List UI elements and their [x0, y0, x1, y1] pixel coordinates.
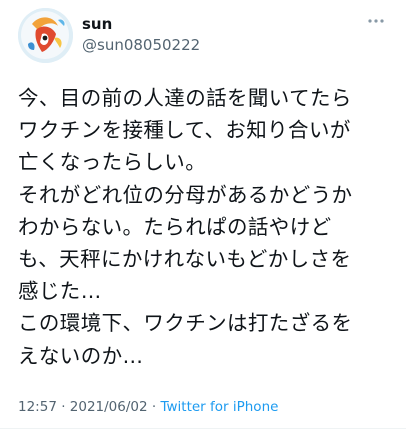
tweet-text-line: も、天秤にかけれないもどかしさを: [18, 247, 352, 272]
tweet-header: sun @sun08050222: [18, 8, 390, 66]
tweet-text-line: 感じた…: [18, 279, 102, 304]
tweet-text-line: それがどれ位の分母があるかどうか: [18, 182, 353, 207]
tweet-date[interactable]: 2021/06/02: [70, 399, 148, 415]
more-horizontal-icon[interactable]: [366, 14, 386, 28]
tweet-card: sun @sun08050222 今、目の前の人達の話を聞いてたら ワクチンを接…: [0, 0, 406, 429]
tweet-meta: 12:57 · 2021/06/02 · Twitter for iPhone: [18, 398, 278, 416]
tweet-source-link[interactable]: Twitter for iPhone: [160, 399, 278, 415]
tweet-text-line: ワクチンを接種して、お知り合いが: [18, 118, 351, 143]
tweet-text-line: わからない。たられぱの話やけど: [18, 214, 332, 239]
tweet-text-line: この環境下、ワクチンは打たざるを: [18, 311, 353, 336]
user-handle[interactable]: @sun08050222: [82, 35, 200, 55]
display-name[interactable]: sun: [82, 14, 200, 34]
tweet-text-line: 今、目の前の人達の話を聞いてたら: [18, 86, 352, 110]
meta-separator: ·: [56, 399, 70, 415]
tweet-text: 今、目の前の人達の話を聞いてたら ワクチンを接種して、お知り合いが 亡くなったら…: [18, 82, 398, 372]
meta-separator: ·: [147, 399, 161, 415]
tweet-time[interactable]: 12:57: [18, 399, 57, 415]
tweet-text-line: 亡くなったらしい。: [18, 150, 207, 175]
tweet-text-line: えないのか…: [18, 343, 144, 368]
avatar-illustration-icon: [18, 8, 73, 63]
avatar[interactable]: [18, 8, 73, 63]
user-names: sun @sun08050222: [82, 14, 200, 55]
